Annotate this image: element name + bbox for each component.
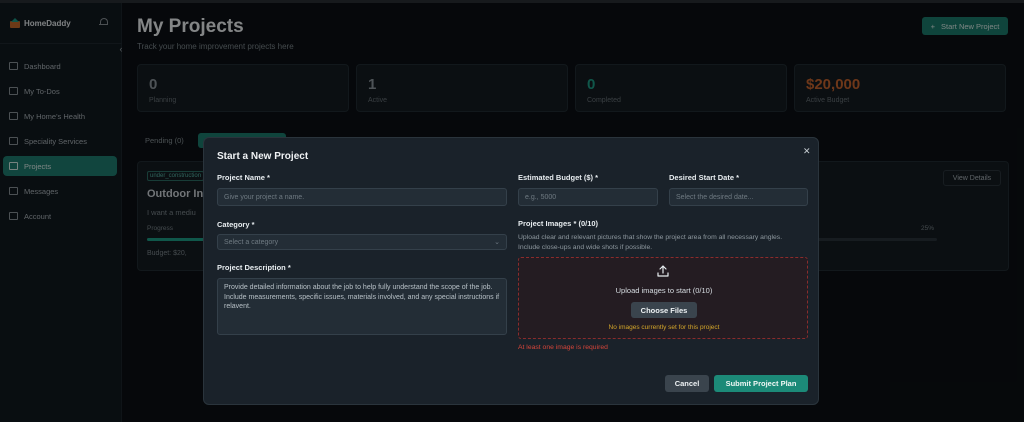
description-label: Project Description * <box>217 263 291 272</box>
image-dropzone[interactable]: Upload images to start (0/10) Choose Fil… <box>518 257 808 339</box>
submit-project-button[interactable]: Submit Project Plan <box>714 375 808 392</box>
description-textarea[interactable]: Provide detailed information about the j… <box>217 278 507 335</box>
new-project-modal: Start a New Project ✕ Project Name * Giv… <box>203 137 819 405</box>
cancel-button[interactable]: Cancel <box>665 375 709 392</box>
project-name-label: Project Name * <box>217 173 270 182</box>
choose-files-button[interactable]: Choose Files <box>631 302 697 318</box>
category-placeholder: Select a category <box>224 238 279 246</box>
chevron-down-icon: ⌄ <box>494 239 500 246</box>
images-help-text: Upload clear and relevant pictures that … <box>518 234 783 251</box>
start-date-input[interactable]: Select the desired date... <box>669 188 808 206</box>
budget-input[interactable]: e.g., 5000 <box>518 188 658 206</box>
upload-text: Upload images to start (0/10) <box>615 286 713 295</box>
no-images-text: No images currently set for this project <box>608 324 720 331</box>
modal-title: Start a New Project <box>217 151 309 162</box>
budget-label: Estimated Budget ($) * <box>518 173 599 182</box>
close-icon[interactable]: ✕ <box>803 146 811 157</box>
category-select[interactable]: Select a category ⌄ <box>217 234 507 250</box>
start-date-label: Desired Start Date * <box>669 173 740 182</box>
images-error-text: At least one image is required <box>518 344 608 351</box>
category-label: Category * <box>217 220 255 229</box>
project-name-input[interactable]: Give your project a name. <box>217 188 507 206</box>
upload-icon <box>657 265 669 277</box>
images-label: Project Images * (0/10) <box>518 219 599 228</box>
